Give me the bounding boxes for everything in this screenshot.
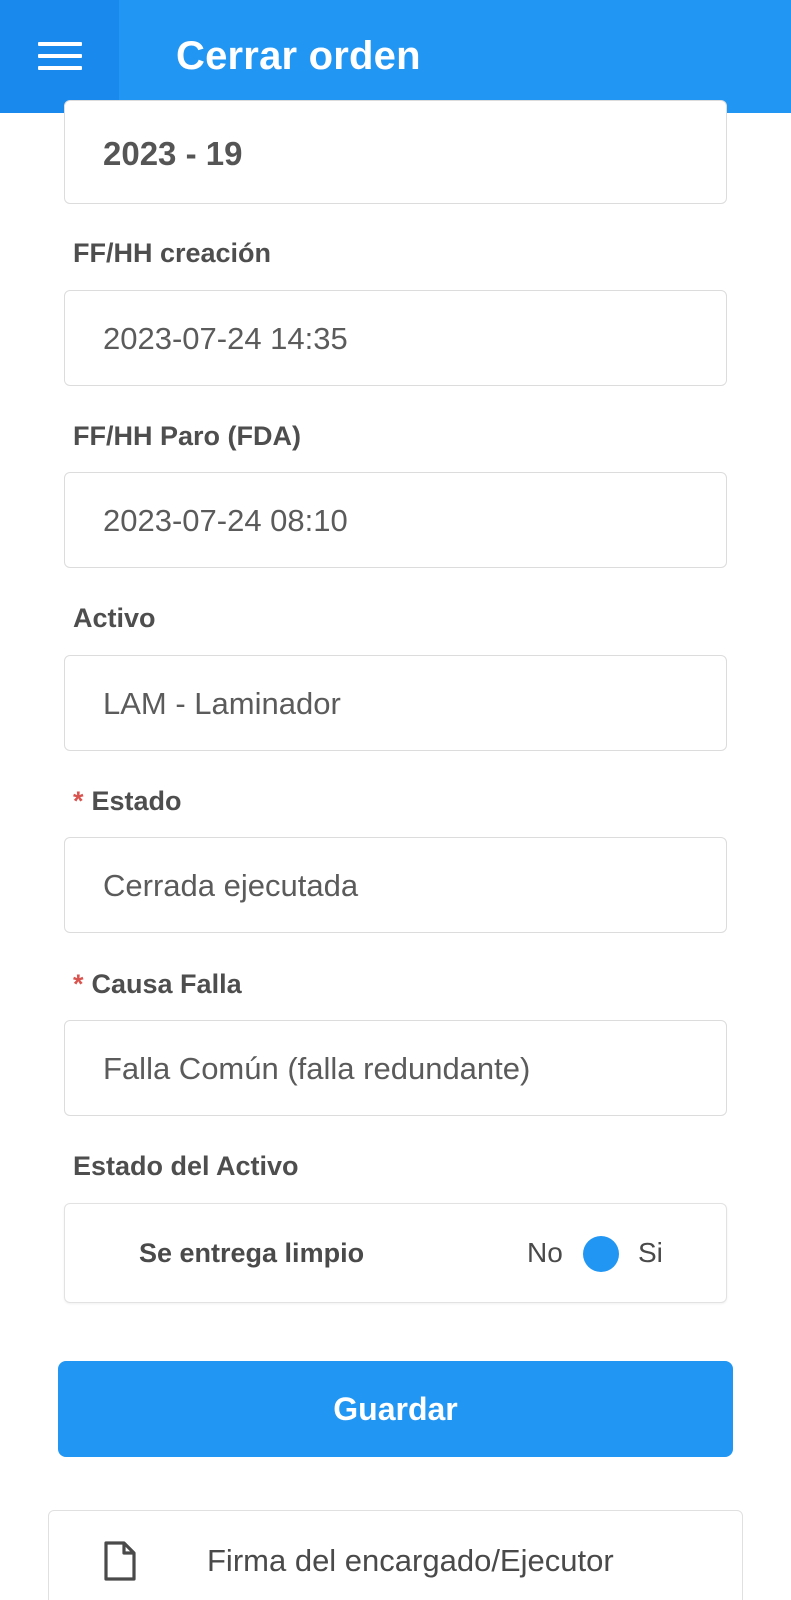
failure-cause-value: Falla Común (falla redundante) (103, 1051, 531, 1086)
asset-state-card: Se entrega limpio No Si (64, 1203, 727, 1303)
creation-label: FF/HH creación (73, 238, 272, 268)
failure-cause-label: * Causa Falla (73, 969, 242, 1000)
creation-datetime-value: 2023-07-24 14:35 (103, 321, 348, 356)
status-label-text: Estado (91, 786, 182, 816)
asset-state-label: Estado del Activo (73, 1151, 299, 1181)
page-title: Cerrar orden (176, 34, 421, 78)
clean-delivery-label: Se entrega limpio (139, 1238, 365, 1268)
status-value: Cerrada ejecutada (103, 868, 359, 903)
menu-button[interactable] (0, 0, 119, 113)
status-label: * Estado (73, 786, 182, 817)
save-button[interactable]: Guardar (58, 1361, 733, 1457)
toggle-yes-label: Si (638, 1237, 663, 1268)
failure-cause-label-text: Causa Falla (91, 969, 242, 999)
required-mark: * (73, 969, 84, 999)
stop-datetime-value: 2023-07-24 08:10 (103, 503, 348, 538)
asset-value: LAM - Laminador (103, 686, 341, 721)
toggle-no-label: No (527, 1237, 563, 1268)
stop-label: FF/HH Paro (FDA) (73, 421, 301, 451)
hamburger-menu-icon (38, 42, 82, 70)
failure-cause-select[interactable]: Falla Común (falla redundante) (64, 1020, 727, 1116)
order-number-field[interactable]: 2023 - 19 (64, 100, 727, 204)
required-mark: * (73, 786, 84, 816)
document-icon (104, 1541, 136, 1581)
asset-label: Activo (73, 603, 156, 633)
signature-item[interactable]: Firma del encargado/Ejecutor (48, 1510, 743, 1600)
asset-field[interactable]: LAM - Laminador (64, 655, 727, 751)
creation-datetime-field[interactable]: 2023-07-24 14:35 (64, 290, 727, 386)
clean-delivery-toggle[interactable] (583, 1236, 619, 1272)
status-select[interactable]: Cerrada ejecutada (64, 837, 727, 933)
stop-datetime-field[interactable]: 2023-07-24 08:10 (64, 472, 727, 568)
order-number-value: 2023 - 19 (103, 135, 243, 172)
app-bar: Cerrar orden (0, 0, 791, 113)
signature-label: Firma del encargado/Ejecutor (207, 1543, 614, 1578)
